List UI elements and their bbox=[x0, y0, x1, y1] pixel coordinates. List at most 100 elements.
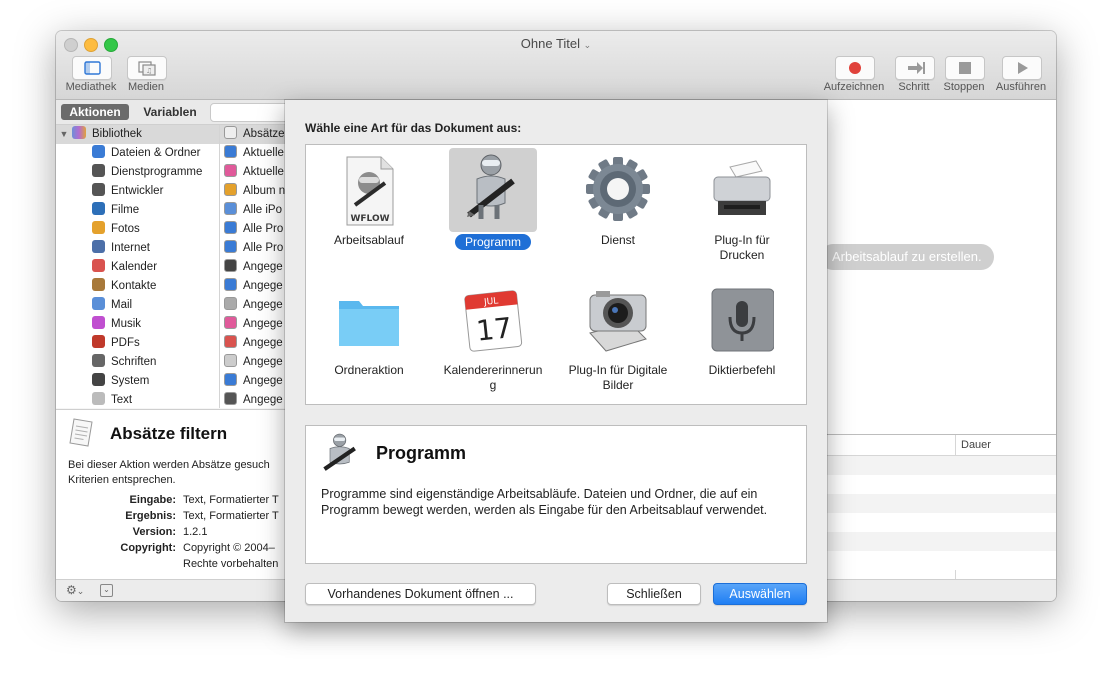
sidebar-item-kontakte[interactable]: Kontakte bbox=[92, 277, 156, 296]
tools-icon bbox=[92, 164, 105, 177]
sidebar-item-entwickler[interactable]: Entwickler bbox=[92, 182, 163, 201]
tab-actions[interactable]: Aktionen bbox=[61, 104, 129, 120]
action-label: Angege bbox=[243, 356, 283, 368]
sidebar-item-label: Fotos bbox=[111, 223, 140, 235]
library-root-item[interactable]: ▼ Bibliothek bbox=[56, 125, 219, 144]
media-label: Medien bbox=[127, 81, 165, 93]
type-plugin-digitale-bilder[interactable]: Plug-In für Digitale Bilder bbox=[568, 275, 668, 400]
sidebar-item-internet[interactable]: Internet bbox=[92, 239, 150, 258]
sidebar-item-system[interactable]: System bbox=[92, 372, 149, 391]
chevron-down-icon: ⌄ bbox=[76, 586, 85, 596]
workflow-hint: Arbeitsablauf zu erstellen. bbox=[820, 244, 994, 270]
search-input[interactable] bbox=[210, 103, 292, 122]
action-list-item[interactable]: Alle Pro bbox=[224, 220, 283, 239]
window-title[interactable]: Ohne Titel ⌄ bbox=[56, 36, 1056, 51]
sidebar-item-schriften[interactable]: Schriften bbox=[92, 353, 156, 372]
automator-robot-icon bbox=[323, 433, 356, 471]
document-type-grid: WFLOW Arbeitsablauf Programm Dienst Plug… bbox=[305, 144, 807, 405]
description-toggle-button[interactable]: ⌄ bbox=[100, 584, 113, 597]
text-icon bbox=[92, 392, 105, 405]
media-button[interactable]: ♫ bbox=[127, 56, 167, 80]
type-diktierbefehl[interactable]: Diktierbefehl bbox=[692, 275, 792, 400]
action-list-item[interactable]: Angege bbox=[224, 296, 283, 315]
printer-icon bbox=[713, 160, 771, 215]
sidebar-item-pdfs[interactable]: PDFs bbox=[92, 334, 140, 353]
step-button[interactable] bbox=[895, 56, 935, 80]
action-list-item[interactable]: Angege bbox=[224, 334, 283, 353]
text-document-icon bbox=[69, 418, 93, 447]
type-label: Arbeitsablauf bbox=[333, 233, 405, 247]
sidebar-item-label: System bbox=[111, 375, 150, 387]
action-icon bbox=[224, 240, 237, 253]
action-list-item[interactable]: Album n bbox=[224, 182, 285, 201]
action-list-item[interactable]: Angege bbox=[224, 277, 283, 296]
action-list-item[interactable]: Alle iPo bbox=[224, 201, 282, 220]
sidebar-item-text[interactable]: Text bbox=[92, 391, 132, 410]
open-existing-button[interactable]: Vorhandenes Dokument öffnen ... bbox=[305, 583, 536, 605]
sidebar-item-dienstprogramme[interactable]: Dienstprogramme bbox=[92, 163, 202, 182]
action-label: Angege bbox=[243, 261, 283, 273]
type-info-panel: Programm Programme sind eigenständige Ar… bbox=[305, 425, 807, 564]
tab-variables[interactable]: Variablen bbox=[134, 104, 206, 120]
type-programm[interactable]: Programm bbox=[443, 145, 543, 270]
action-label: Angege bbox=[243, 280, 283, 292]
photos-icon bbox=[92, 221, 105, 234]
action-list-item[interactable]: Angege bbox=[224, 258, 283, 277]
mail-icon bbox=[92, 297, 105, 310]
description-field-key: Ergebnis: bbox=[125, 510, 176, 522]
action-icon bbox=[224, 221, 237, 234]
sidebar-item-label: Internet bbox=[111, 242, 150, 254]
description-field-key: Eingabe: bbox=[129, 494, 176, 506]
sidebar-item-kalender[interactable]: Kalender bbox=[92, 258, 157, 277]
action-label: Aktuelle bbox=[243, 147, 284, 159]
run-button[interactable] bbox=[1002, 56, 1042, 80]
action-list-item[interactable]: Angege bbox=[224, 391, 283, 410]
sidebar-item-label: Mail bbox=[111, 299, 133, 311]
type-dienst[interactable]: Dienst bbox=[568, 145, 668, 270]
action-label: Alle Pro bbox=[243, 223, 284, 235]
sidebar-item-filme[interactable]: Filme bbox=[92, 201, 139, 220]
type-kalendererinnerung[interactable]: JUL 17 Kalendererinnerung bbox=[443, 275, 543, 400]
choose-button[interactable]: Auswählen bbox=[713, 583, 807, 605]
sidebar-item-label: Text bbox=[111, 394, 133, 406]
sheet-prompt: Wähle eine Art für das Dokument aus: bbox=[305, 121, 522, 135]
sidebar-item-fotos[interactable]: Fotos bbox=[92, 220, 140, 239]
disclosure-triangle-icon[interactable]: ▼ bbox=[56, 125, 72, 144]
chevron-down-icon: ⌄ bbox=[103, 585, 110, 594]
log-column-duration[interactable]: Dauer bbox=[961, 439, 991, 451]
sidebar-item-dateien-ordner[interactable]: Dateien & Ordner bbox=[92, 144, 201, 163]
description-field-value: Copyright © 2004– bbox=[183, 542, 275, 554]
type-plugin-drucken[interactable]: Plug-In für Drucken bbox=[692, 145, 792, 270]
library-button[interactable] bbox=[72, 56, 112, 80]
action-icon bbox=[224, 316, 237, 329]
action-label: Alle iPo bbox=[243, 204, 282, 216]
action-list-item[interactable]: Alle Pro bbox=[224, 239, 283, 258]
library-root-label: Bibliothek bbox=[92, 128, 142, 140]
action-label: Angege bbox=[243, 337, 283, 349]
actions-list: Absätze Aktuelle Aktuelle Album n Alle iPo Al… bbox=[220, 125, 286, 408]
gear-menu-button[interactable]: ⚙⌄ bbox=[66, 583, 84, 597]
type-arbeitsablauf[interactable]: WFLOW Arbeitsablauf bbox=[319, 145, 419, 270]
sidebar-item-label: Dienstprogramme bbox=[111, 166, 203, 178]
type-ordneraktion[interactable]: Ordneraktion bbox=[319, 275, 419, 400]
stop-button[interactable] bbox=[945, 56, 985, 80]
action-list-item[interactable]: Aktuelle bbox=[224, 163, 284, 182]
action-list-item[interactable]: Angege bbox=[224, 315, 283, 334]
sidebar-item-label: Filme bbox=[111, 204, 140, 216]
action-list-item[interactable]: Angege bbox=[224, 372, 283, 391]
sidebar-item-label: Schriften bbox=[111, 356, 157, 368]
action-icon bbox=[224, 297, 237, 310]
automator-robot-icon bbox=[467, 154, 515, 219]
sidebar-item-mail[interactable]: Mail bbox=[92, 296, 132, 315]
svg-text:WFLOW: WFLOW bbox=[350, 214, 389, 224]
close-button[interactable]: Schließen bbox=[607, 583, 701, 605]
action-icon bbox=[224, 335, 237, 348]
sidebar-icon bbox=[84, 61, 101, 75]
record-button[interactable] bbox=[835, 56, 875, 80]
svg-text:♫: ♫ bbox=[146, 67, 152, 75]
action-list-item[interactable]: Aktuelle bbox=[224, 144, 284, 163]
action-list-item[interactable]: Angege bbox=[224, 353, 283, 372]
sidebar-item-musik[interactable]: Musik bbox=[92, 315, 141, 334]
library-tabs-bar: Aktionen Variablen bbox=[56, 100, 292, 125]
action-list-item[interactable]: Absätze bbox=[220, 125, 286, 144]
